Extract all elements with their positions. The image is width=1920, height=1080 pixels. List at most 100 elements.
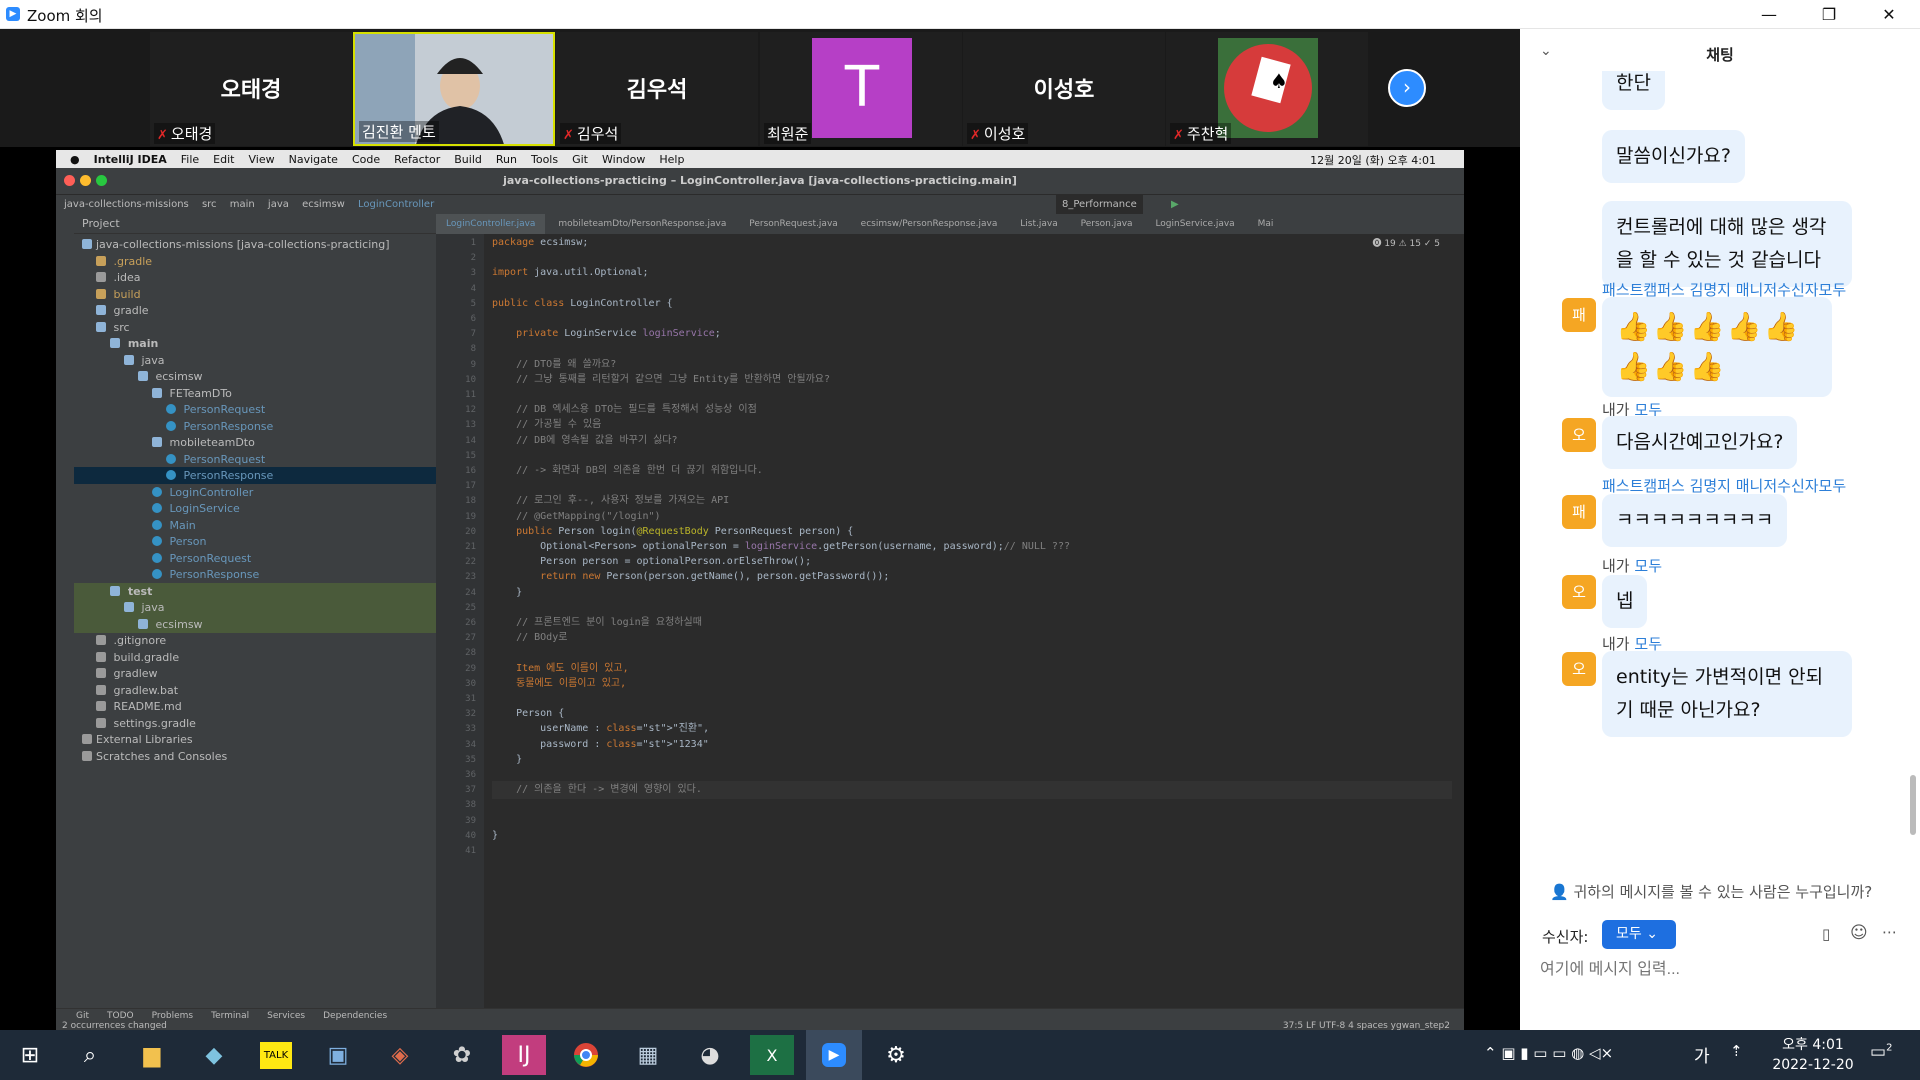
inspection-widget[interactable]: ⓿ 19 ⚠ 15 ✓ 5	[1372, 236, 1440, 249]
intellij-icon[interactable]: IJ	[502, 1035, 546, 1075]
maximize-button[interactable]: ❐	[1806, 0, 1852, 29]
message-bubble[interactable]: 한단	[1602, 71, 1665, 110]
code-line[interactable]: private LoginService loginService;	[492, 325, 721, 343]
mac-minimize-button[interactable]	[80, 175, 91, 186]
tree-item[interactable]: main	[74, 335, 436, 352]
tree-item[interactable]: test	[74, 582, 436, 600]
menu-item[interactable]: Tools	[531, 153, 558, 166]
visibility-notice[interactable]: 👤 귀하의 메시지를 볼 수 있는 사람은 누구입니까?	[1550, 881, 1872, 902]
menu-item[interactable]: View	[248, 153, 274, 166]
tree-item[interactable]: .gradle	[74, 253, 436, 270]
code-line[interactable]: // 그냥 통째를 리턴할거 같으면 그냥 Entity를 반환하면 안될까요?	[492, 371, 830, 389]
message-bubble[interactable]: 다음시간예고인가요?	[1602, 416, 1798, 469]
tool-button-problems[interactable]: Problems	[152, 1011, 193, 1021]
tool-button-dependencies[interactable]: Dependencies	[323, 1011, 387, 1021]
breadcrumb-item[interactable]: ecsimsw	[302, 199, 345, 210]
tree-item[interactable]: gradlew	[74, 665, 436, 682]
menu-item[interactable]: Code	[352, 153, 380, 166]
tree-item[interactable]: LoginService	[74, 500, 436, 517]
tree-item[interactable]: .idea	[74, 269, 436, 286]
menu-item[interactable]: Run	[496, 153, 517, 166]
tree-item[interactable]: Scratches and Consoles	[74, 748, 436, 765]
tree-item[interactable]: PersonRequest	[74, 451, 436, 468]
project-panel-header[interactable]: Project	[74, 214, 436, 234]
participant-tile[interactable]: 김우석 ✗ 김우석	[556, 32, 758, 146]
tree-item[interactable]: java	[74, 599, 436, 616]
more-icon[interactable]: ⋯	[1882, 923, 1897, 941]
tree-item[interactable]: README.md	[74, 698, 436, 715]
run-config-select[interactable]: 8_Performance	[1056, 195, 1143, 215]
tree-item[interactable]: Main	[74, 517, 436, 534]
editor-tab[interactable]: Person.java	[1071, 214, 1143, 234]
message-bubble[interactable]: 말씀이신가요?	[1602, 130, 1745, 183]
message-bubble[interactable]: 넵	[1602, 575, 1648, 628]
tree-item[interactable]: LoginController	[74, 484, 436, 501]
app-icon[interactable]: ◕	[688, 1035, 732, 1075]
notification-icon[interactable]: ▭2	[1870, 1042, 1892, 1062]
menu-item[interactable]: IntelliJ IDEA	[94, 153, 167, 166]
tree-item[interactable]: PersonResponse	[74, 566, 436, 583]
editor-tab[interactable]: Mai	[1248, 214, 1284, 234]
tree-item[interactable]: src	[74, 319, 436, 336]
participant-tile[interactable]: T 최원준	[760, 32, 962, 146]
tree-item[interactable]: build	[74, 286, 436, 303]
emoji-icon[interactable]: ☺	[1850, 923, 1868, 943]
settings-icon[interactable]: ⚙	[874, 1035, 918, 1075]
code-line[interactable]: return new Person(person.getName(), pers…	[492, 568, 889, 586]
tree-item[interactable]: gradle	[74, 302, 436, 319]
code-line[interactable]: public class LoginController {	[492, 295, 673, 313]
breadcrumb-item[interactable]: java-collections-missions	[64, 199, 189, 210]
message-input[interactable]	[1540, 955, 1900, 985]
breadcrumb-item[interactable]: java	[268, 199, 289, 210]
menu-item[interactable]: Refactor	[394, 153, 440, 166]
recipient-dropdown[interactable]: 모두 ⌄	[1602, 920, 1676, 949]
tree-item[interactable]: PersonResponse	[74, 418, 436, 435]
tool-button-todo[interactable]: TODO	[107, 1011, 134, 1021]
tool-button-services[interactable]: Services	[267, 1011, 305, 1021]
minimize-button[interactable]: —	[1746, 0, 1792, 29]
next-page-button[interactable]: ›	[1388, 69, 1426, 107]
zoom-taskbar-icon[interactable]: ▶	[806, 1030, 862, 1080]
excel-icon[interactable]: X	[750, 1035, 794, 1075]
taskbar-clock[interactable]: 오후 4:01 2022-12-20	[1758, 1035, 1868, 1075]
message-bubble[interactable]: ㅋㅋㅋㅋㅋㅋㅋㅋㅋ	[1602, 494, 1788, 547]
network-app-icon[interactable]: ▣	[316, 1035, 360, 1075]
code-line[interactable]: import java.util.Optional;	[492, 264, 649, 282]
chrome-icon[interactable]	[564, 1035, 608, 1075]
message-bubble[interactable]: entity는 가변적이면 안되기 때문 아닌가요?	[1602, 651, 1852, 737]
tree-item[interactable]: mobileteamDto	[74, 434, 436, 451]
tree-item[interactable]: PersonRequest	[74, 550, 436, 567]
file-explorer-icon[interactable]: ▆	[130, 1035, 174, 1075]
run-icon[interactable]: ▶	[1171, 195, 1179, 215]
message-bubble[interactable]: 👍👍👍👍👍👍👍👍	[1602, 297, 1832, 397]
message-bubble[interactable]: 컨트롤러에 대해 많은 생각을 할 수 있는 것 같습니다	[1602, 201, 1852, 287]
code-line[interactable]: 동물에도 이름이고 있고,	[492, 675, 626, 693]
tree-item[interactable]: Person	[74, 533, 436, 550]
search-icon[interactable]: ⌕	[68, 1035, 112, 1075]
tree-item[interactable]: FETeamDTo	[74, 385, 436, 402]
tree-item[interactable]: gradlew.bat	[74, 682, 436, 699]
editor-tab[interactable]: PersonRequest.java	[739, 214, 848, 234]
menu-item[interactable]: Window	[602, 153, 645, 166]
calculator-icon[interactable]: ▦	[626, 1035, 670, 1075]
tree-item[interactable]: .gitignore	[74, 632, 436, 649]
code-line[interactable]: // DB에 영속될 값을 바꾸기 싫다?	[492, 432, 677, 450]
tree-item[interactable]: PersonResponse	[74, 467, 436, 484]
ime-indicator[interactable]: 가	[1694, 1042, 1710, 1067]
tree-item[interactable]: ecsimsw	[74, 615, 436, 633]
code-line[interactable]: }	[492, 751, 522, 769]
editor-tab[interactable]: LoginService.java	[1145, 214, 1244, 234]
code-line[interactable]: }	[492, 827, 498, 845]
kakaotalk-icon[interactable]: TALK	[254, 1035, 298, 1075]
app-icon[interactable]: ◆	[192, 1035, 236, 1075]
windows-start-icon[interactable]: ⊞	[8, 1035, 52, 1075]
menu-item[interactable]: Navigate	[289, 153, 338, 166]
code-line[interactable]: }	[492, 584, 522, 602]
tool-button-git[interactable]: Git	[76, 1011, 89, 1021]
status-position[interactable]: 37:5 LF UTF-8 4 spaces ygwan_step2	[1283, 1021, 1450, 1030]
menu-item[interactable]: Git	[572, 153, 588, 166]
close-button[interactable]: ✕	[1866, 0, 1912, 29]
tree-item[interactable]: java-collections-missions [java-collecti…	[74, 236, 436, 253]
participant-tile[interactable]: 이성호 ✗ 이성호	[963, 32, 1165, 146]
breadcrumb-item[interactable]: main	[230, 199, 255, 210]
